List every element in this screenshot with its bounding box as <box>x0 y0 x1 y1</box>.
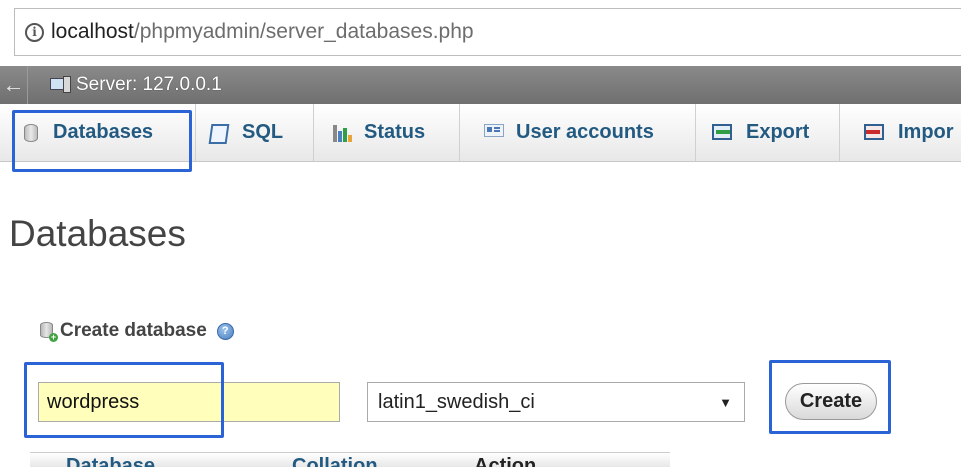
tab-user-accounts[interactable]: User accounts <box>460 104 696 161</box>
user-accounts-icon <box>484 123 504 142</box>
url-host: localhost <box>51 20 134 43</box>
create-database-label: Create database <box>60 320 207 341</box>
database-icon <box>24 123 44 142</box>
column-header-collation[interactable]: Collation <box>292 455 378 467</box>
column-header-action: Action <box>474 455 537 467</box>
tab-status[interactable]: Status <box>314 104 460 161</box>
tab-import[interactable]: Impor <box>840 104 961 161</box>
tab-user-accounts-label: User accounts <box>516 121 654 143</box>
server-breadcrumb-bar: ← Server: 127.0.0.1 <box>0 66 961 104</box>
tab-databases[interactable]: Databases <box>0 104 196 161</box>
help-icon[interactable]: ? <box>216 322 234 340</box>
tab-export-label: Export <box>746 121 810 143</box>
create-button[interactable]: Create <box>785 383 877 420</box>
url-field[interactable]: i localhost/phpmyadmin/server_databases.… <box>14 8 961 56</box>
tab-sql[interactable]: SQL <box>196 104 314 161</box>
dropdown-arrow-icon: ▼ <box>719 394 732 410</box>
import-icon <box>864 123 884 142</box>
server-link[interactable]: Server: 127.0.0.1 <box>76 74 222 96</box>
tab-sql-label: SQL <box>242 121 284 143</box>
info-icon[interactable]: i <box>25 22 44 42</box>
database-add-icon: + <box>40 322 58 342</box>
top-menu-tabs: Databases SQL Status User accounts Expor… <box>0 104 961 162</box>
database-table-header: Database Collation Action <box>30 452 670 467</box>
tab-import-label: Impor <box>898 121 954 143</box>
tab-status-label: Status <box>364 121 426 143</box>
sql-icon <box>208 123 230 144</box>
collation-select[interactable]: latin1_swedish_ci ▼ <box>367 382 745 422</box>
browser-address-bar: i localhost/phpmyadmin/server_databases.… <box>0 0 961 66</box>
status-chart-icon <box>332 124 352 142</box>
column-header-database[interactable]: Database <box>66 455 155 467</box>
tab-export[interactable]: Export <box>696 104 840 161</box>
server-icon <box>50 76 72 94</box>
collation-selected-value: latin1_swedish_ci <box>378 390 535 413</box>
create-database-heading: + Create database ? <box>40 320 234 342</box>
collapse-arrow-icon[interactable]: ← <box>0 66 28 104</box>
page-title: Databases <box>9 213 186 254</box>
phpmyadmin-page: i localhost/phpmyadmin/server_databases.… <box>0 0 961 467</box>
database-name-input[interactable] <box>38 382 340 422</box>
url-path: /phpmyadmin/server_databases.php <box>133 20 474 43</box>
url-text: localhost/phpmyadmin/server_databases.ph… <box>51 20 474 44</box>
export-icon <box>712 123 732 142</box>
tab-databases-label: Databases <box>53 121 154 143</box>
